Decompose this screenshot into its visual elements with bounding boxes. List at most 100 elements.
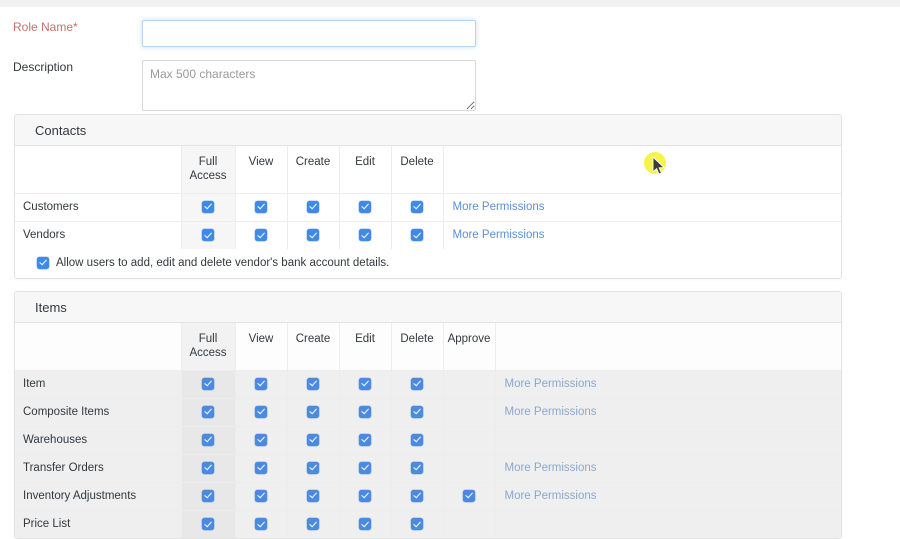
- create-checkbox[interactable]: [307, 405, 319, 418]
- create-cell[interactable]: [287, 221, 340, 249]
- create-cell[interactable]: [287, 510, 340, 538]
- view-checkbox[interactable]: [255, 433, 267, 446]
- view-checkbox[interactable]: [255, 518, 267, 531]
- create-cell[interactable]: [287, 398, 340, 427]
- delete-cell[interactable]: [391, 482, 444, 511]
- more-permissions-cell[interactable]: More Permissions: [443, 193, 841, 222]
- more-permissions-cell[interactable]: More Permissions: [495, 482, 841, 511]
- edit-checkbox[interactable]: [359, 489, 371, 502]
- full_access-cell[interactable]: [181, 370, 236, 399]
- create-cell[interactable]: [287, 482, 340, 511]
- delete-checkbox[interactable]: [411, 461, 423, 474]
- view-cell[interactable]: [235, 193, 288, 222]
- view-checkbox[interactable]: [255, 200, 267, 213]
- delete-cell[interactable]: [391, 370, 444, 399]
- edit-checkbox[interactable]: [359, 377, 371, 390]
- create-checkbox[interactable]: [307, 229, 319, 242]
- full_access-cell[interactable]: [181, 193, 236, 222]
- full_access-checkbox[interactable]: [202, 405, 214, 418]
- delete-checkbox[interactable]: [411, 489, 423, 502]
- row-label: Inventory Adjustments: [15, 482, 182, 511]
- view-cell[interactable]: [235, 370, 288, 399]
- edit-checkbox[interactable]: [359, 433, 371, 446]
- view-checkbox[interactable]: [255, 377, 267, 390]
- create-cell[interactable]: [287, 370, 340, 399]
- items-col-name: [15, 323, 182, 371]
- edit-cell[interactable]: [339, 193, 392, 222]
- delete-cell[interactable]: [391, 426, 444, 455]
- full_access-checkbox[interactable]: [202, 489, 214, 502]
- view-cell[interactable]: [235, 482, 288, 511]
- view-cell[interactable]: [235, 426, 288, 455]
- view-cell[interactable]: [235, 221, 288, 249]
- delete-checkbox[interactable]: [411, 229, 423, 242]
- view-checkbox[interactable]: [255, 229, 267, 242]
- edit-cell[interactable]: [339, 370, 392, 399]
- edit-cell[interactable]: [339, 482, 392, 511]
- more-permissions-link[interactable]: More Permissions: [505, 378, 597, 390]
- delete-checkbox[interactable]: [411, 433, 423, 446]
- full_access-cell[interactable]: [181, 482, 236, 511]
- full_access-cell[interactable]: [181, 398, 236, 427]
- delete-checkbox[interactable]: [411, 377, 423, 390]
- more-permissions-cell[interactable]: More Permissions: [495, 398, 841, 427]
- view-checkbox[interactable]: [255, 489, 267, 502]
- edit-checkbox[interactable]: [359, 229, 371, 242]
- more-permissions-cell[interactable]: More Permissions: [495, 454, 841, 483]
- create-checkbox[interactable]: [307, 433, 319, 446]
- view-checkbox[interactable]: [255, 461, 267, 474]
- view-cell[interactable]: [235, 510, 288, 538]
- view-checkbox[interactable]: [255, 405, 267, 418]
- more-permissions-link[interactable]: More Permissions: [453, 201, 545, 213]
- edit-cell[interactable]: [339, 398, 392, 427]
- more-permissions-cell[interactable]: More Permissions: [495, 370, 841, 399]
- full_access-checkbox[interactable]: [202, 461, 214, 474]
- approve-cell[interactable]: [443, 482, 496, 511]
- role-name-input[interactable]: [142, 20, 476, 47]
- create-checkbox[interactable]: [307, 518, 319, 531]
- create-checkbox[interactable]: [307, 200, 319, 213]
- create-cell[interactable]: [287, 426, 340, 455]
- more-permissions-link[interactable]: More Permissions: [505, 406, 597, 418]
- items-col-full-access: Full Access: [181, 323, 236, 371]
- delete-cell[interactable]: [391, 510, 444, 538]
- edit-checkbox[interactable]: [359, 461, 371, 474]
- edit-cell[interactable]: [339, 221, 392, 249]
- approve-checkbox[interactable]: [463, 489, 475, 502]
- more-permissions-cell[interactable]: More Permissions: [443, 221, 841, 249]
- full_access-cell[interactable]: [181, 221, 236, 249]
- delete-cell[interactable]: [391, 398, 444, 427]
- create-checkbox[interactable]: [307, 489, 319, 502]
- delete-cell[interactable]: [391, 193, 444, 222]
- create-cell[interactable]: [287, 193, 340, 222]
- full_access-cell[interactable]: [181, 510, 236, 538]
- delete-cell[interactable]: [391, 454, 444, 483]
- create-cell[interactable]: [287, 454, 340, 483]
- edit-checkbox[interactable]: [359, 518, 371, 531]
- more-permissions-link[interactable]: More Permissions: [505, 490, 597, 502]
- delete-checkbox[interactable]: [411, 200, 423, 213]
- edit-checkbox[interactable]: [359, 200, 371, 213]
- full_access-checkbox[interactable]: [202, 518, 214, 531]
- edit-cell[interactable]: [339, 426, 392, 455]
- create-checkbox[interactable]: [307, 377, 319, 390]
- view-cell[interactable]: [235, 454, 288, 483]
- full_access-cell[interactable]: [181, 454, 236, 483]
- full_access-checkbox[interactable]: [202, 229, 214, 242]
- edit-cell[interactable]: [339, 510, 392, 538]
- more-permissions-link[interactable]: More Permissions: [453, 229, 545, 241]
- edit-cell[interactable]: [339, 454, 392, 483]
- full_access-checkbox[interactable]: [202, 377, 214, 390]
- delete-cell[interactable]: [391, 221, 444, 249]
- view-cell[interactable]: [235, 398, 288, 427]
- vendor-bank-checkbox[interactable]: [37, 257, 49, 269]
- description-textarea[interactable]: [142, 60, 476, 111]
- full_access-checkbox[interactable]: [202, 200, 214, 213]
- full_access-cell[interactable]: [181, 426, 236, 455]
- full_access-checkbox[interactable]: [202, 433, 214, 446]
- delete-checkbox[interactable]: [411, 518, 423, 531]
- create-checkbox[interactable]: [307, 461, 319, 474]
- delete-checkbox[interactable]: [411, 405, 423, 418]
- edit-checkbox[interactable]: [359, 405, 371, 418]
- more-permissions-link[interactable]: More Permissions: [505, 462, 597, 474]
